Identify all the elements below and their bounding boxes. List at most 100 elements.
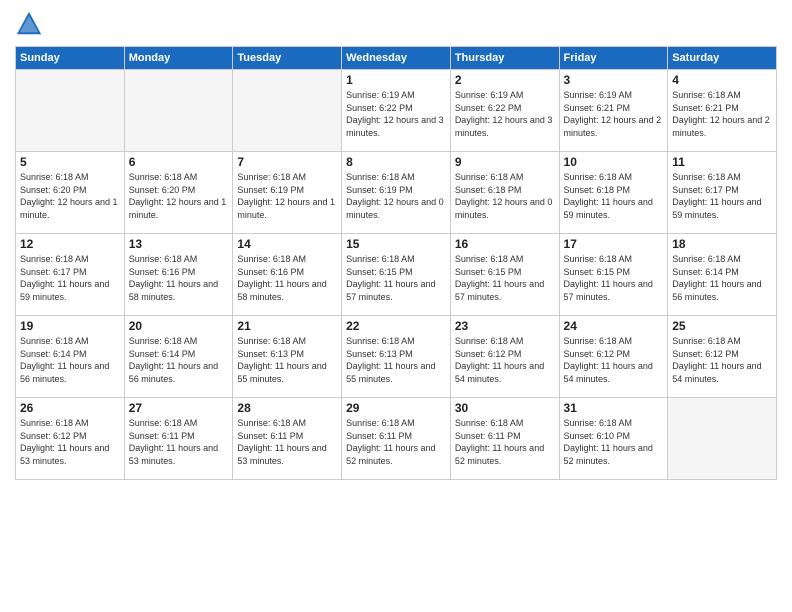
day-info: Sunrise: 6:18 AM Sunset: 6:15 PM Dayligh… xyxy=(455,253,555,303)
page: Sunday Monday Tuesday Wednesday Thursday… xyxy=(0,0,792,612)
logo-icon xyxy=(15,10,43,38)
day-info: Sunrise: 6:18 AM Sunset: 6:15 PM Dayligh… xyxy=(564,253,664,303)
table-row: 28 Sunrise: 6:18 AM Sunset: 6:11 PM Dayli… xyxy=(233,398,342,480)
day-number: 25 xyxy=(672,319,772,333)
day-info: Sunrise: 6:18 AM Sunset: 6:14 PM Dayligh… xyxy=(672,253,772,303)
day-info: Sunrise: 6:18 AM Sunset: 6:17 PM Dayligh… xyxy=(20,253,120,303)
day-info: Sunrise: 6:18 AM Sunset: 6:11 PM Dayligh… xyxy=(129,417,229,467)
table-row: 21Sunrise: 6:18 AM Sunset: 6:13 PM Dayli… xyxy=(233,316,342,398)
table-row: 8 Sunrise: 6:18 AM Sunset: 6:19 PM Daylig… xyxy=(342,152,451,234)
day-info: Sunrise: 6:19 AM Sunset: 6:22 PM Dayligh… xyxy=(346,89,446,139)
day-number: 27 xyxy=(129,401,229,415)
table-row: 23 Sunrise: 6:18 AM Sunset: 6:12 PM Dayli… xyxy=(450,316,559,398)
day-number: 7 xyxy=(237,155,337,169)
day-info: Sunrise: 6:18 AM Sunset: 6:18 PM Dayligh… xyxy=(455,171,555,221)
table-row: 2 Sunrise: 6:19 AM Sunset: 6:22 PM Daylig… xyxy=(450,70,559,152)
day-number: 29 xyxy=(346,401,446,415)
col-thursday: Thursday xyxy=(450,47,559,70)
day-number: 20 xyxy=(129,319,229,333)
calendar-week-row: 1 Sunrise: 6:19 AM Sunset: 6:22 PM Daylig… xyxy=(16,70,777,152)
day-number: 24 xyxy=(564,319,664,333)
calendar-week-row: 5 Sunrise: 6:18 AM Sunset: 6:20 PM Daylig… xyxy=(16,152,777,234)
day-number: 3 xyxy=(564,73,664,87)
day-info: Sunrise: 6:18 AM Sunset: 6:18 PM Dayligh… xyxy=(564,171,664,221)
day-info: Sunrise: 6:19 AM Sunset: 6:22 PM Dayligh… xyxy=(455,89,555,139)
col-wednesday: Wednesday xyxy=(342,47,451,70)
calendar-week-row: 12 Sunrise: 6:18 AM Sunset: 6:17 PM Dayli… xyxy=(16,234,777,316)
day-number: 15 xyxy=(346,237,446,251)
table-row: 19 Sunrise: 6:18 AM Sunset: 6:14 PM Dayli… xyxy=(16,316,125,398)
col-sunday: Sunday xyxy=(16,47,125,70)
day-number: 31 xyxy=(564,401,664,415)
table-row: 20 Sunrise: 6:18 AM Sunset: 6:14 PM Dayli… xyxy=(124,316,233,398)
day-number: 6 xyxy=(129,155,229,169)
calendar-header-row: Sunday Monday Tuesday Wednesday Thursday… xyxy=(16,47,777,70)
table-row: 9 Sunrise: 6:18 AM Sunset: 6:18 PM Daylig… xyxy=(450,152,559,234)
table-row: 6Sunrise: 6:18 AM Sunset: 6:20 PM Daylig… xyxy=(124,152,233,234)
table-row: 26 Sunrise: 6:18 AM Sunset: 6:12 PM Dayli… xyxy=(16,398,125,480)
calendar-week-row: 19 Sunrise: 6:18 AM Sunset: 6:14 PM Dayli… xyxy=(16,316,777,398)
day-number: 13 xyxy=(129,237,229,251)
day-number: 9 xyxy=(455,155,555,169)
day-number: 2 xyxy=(455,73,555,87)
day-number: 4 xyxy=(672,73,772,87)
table-row xyxy=(233,70,342,152)
day-number: 23 xyxy=(455,319,555,333)
day-info: Sunrise: 6:18 AM Sunset: 6:13 PM Dayligh… xyxy=(237,335,337,385)
table-row xyxy=(16,70,125,152)
day-info: Sunrise: 6:18 AM Sunset: 6:14 PM Dayligh… xyxy=(20,335,120,385)
col-monday: Monday xyxy=(124,47,233,70)
day-number: 14 xyxy=(237,237,337,251)
day-number: 22 xyxy=(346,319,446,333)
day-number: 10 xyxy=(564,155,664,169)
table-row: 1 Sunrise: 6:19 AM Sunset: 6:22 PM Daylig… xyxy=(342,70,451,152)
day-info: Sunrise: 6:18 AM Sunset: 6:14 PM Dayligh… xyxy=(129,335,229,385)
table-row: 18Sunrise: 6:18 AM Sunset: 6:14 PM Dayli… xyxy=(668,234,777,316)
table-row: 5 Sunrise: 6:18 AM Sunset: 6:20 PM Daylig… xyxy=(16,152,125,234)
day-info: Sunrise: 6:18 AM Sunset: 6:21 PM Dayligh… xyxy=(672,89,772,139)
table-row: 30 Sunrise: 6:18 AM Sunset: 6:11 PM Dayli… xyxy=(450,398,559,480)
day-info: Sunrise: 6:18 AM Sunset: 6:20 PM Dayligh… xyxy=(20,171,120,221)
day-info: Sunrise: 6:19 AM Sunset: 6:21 PM Dayligh… xyxy=(564,89,664,139)
day-number: 11 xyxy=(672,155,772,169)
table-row: 4 Sunrise: 6:18 AM Sunset: 6:21 PM Daylig… xyxy=(668,70,777,152)
table-row: 7Sunrise: 6:18 AM Sunset: 6:19 PM Daylig… xyxy=(233,152,342,234)
table-row: 25 Sunrise: 6:18 AM Sunset: 6:12 PM Dayli… xyxy=(668,316,777,398)
table-row: 15Sunrise: 6:18 AM Sunset: 6:15 PM Dayli… xyxy=(342,234,451,316)
logo xyxy=(15,10,47,38)
day-number: 5 xyxy=(20,155,120,169)
table-row: 11 Sunrise: 6:18 AM Sunset: 6:17 PM Dayli… xyxy=(668,152,777,234)
table-row: 29 Sunrise: 6:18 AM Sunset: 6:11 PM Dayli… xyxy=(342,398,451,480)
day-number: 26 xyxy=(20,401,120,415)
day-number: 16 xyxy=(455,237,555,251)
table-row: 10 Sunrise: 6:18 AM Sunset: 6:18 PM Dayli… xyxy=(559,152,668,234)
day-number: 28 xyxy=(237,401,337,415)
calendar-table: Sunday Monday Tuesday Wednesday Thursday… xyxy=(15,46,777,480)
day-info: Sunrise: 6:18 AM Sunset: 6:11 PM Dayligh… xyxy=(455,417,555,467)
day-info: Sunrise: 6:18 AM Sunset: 6:19 PM Dayligh… xyxy=(346,171,446,221)
day-info: Sunrise: 6:18 AM Sunset: 6:16 PM Dayligh… xyxy=(237,253,337,303)
day-number: 12 xyxy=(20,237,120,251)
table-row: 12 Sunrise: 6:18 AM Sunset: 6:17 PM Dayli… xyxy=(16,234,125,316)
table-row: 3 Sunrise: 6:19 AM Sunset: 6:21 PM Daylig… xyxy=(559,70,668,152)
day-info: Sunrise: 6:18 AM Sunset: 6:12 PM Dayligh… xyxy=(20,417,120,467)
day-number: 19 xyxy=(20,319,120,333)
table-row: 27 Sunrise: 6:18 AM Sunset: 6:11 PM Dayli… xyxy=(124,398,233,480)
table-row: 31Sunrise: 6:18 AM Sunset: 6:10 PM Dayli… xyxy=(559,398,668,480)
col-friday: Friday xyxy=(559,47,668,70)
day-info: Sunrise: 6:18 AM Sunset: 6:11 PM Dayligh… xyxy=(346,417,446,467)
day-number: 1 xyxy=(346,73,446,87)
day-info: Sunrise: 6:18 AM Sunset: 6:16 PM Dayligh… xyxy=(129,253,229,303)
col-tuesday: Tuesday xyxy=(233,47,342,70)
table-row xyxy=(124,70,233,152)
day-info: Sunrise: 6:18 AM Sunset: 6:12 PM Dayligh… xyxy=(455,335,555,385)
day-number: 30 xyxy=(455,401,555,415)
day-info: Sunrise: 6:18 AM Sunset: 6:12 PM Dayligh… xyxy=(672,335,772,385)
day-info: Sunrise: 6:18 AM Sunset: 6:17 PM Dayligh… xyxy=(672,171,772,221)
day-info: Sunrise: 6:18 AM Sunset: 6:11 PM Dayligh… xyxy=(237,417,337,467)
table-row: 22Sunrise: 6:18 AM Sunset: 6:13 PM Dayli… xyxy=(342,316,451,398)
header xyxy=(15,10,777,38)
calendar-week-row: 26 Sunrise: 6:18 AM Sunset: 6:12 PM Dayli… xyxy=(16,398,777,480)
day-number: 8 xyxy=(346,155,446,169)
table-row: 14 Sunrise: 6:18 AM Sunset: 6:16 PM Dayli… xyxy=(233,234,342,316)
